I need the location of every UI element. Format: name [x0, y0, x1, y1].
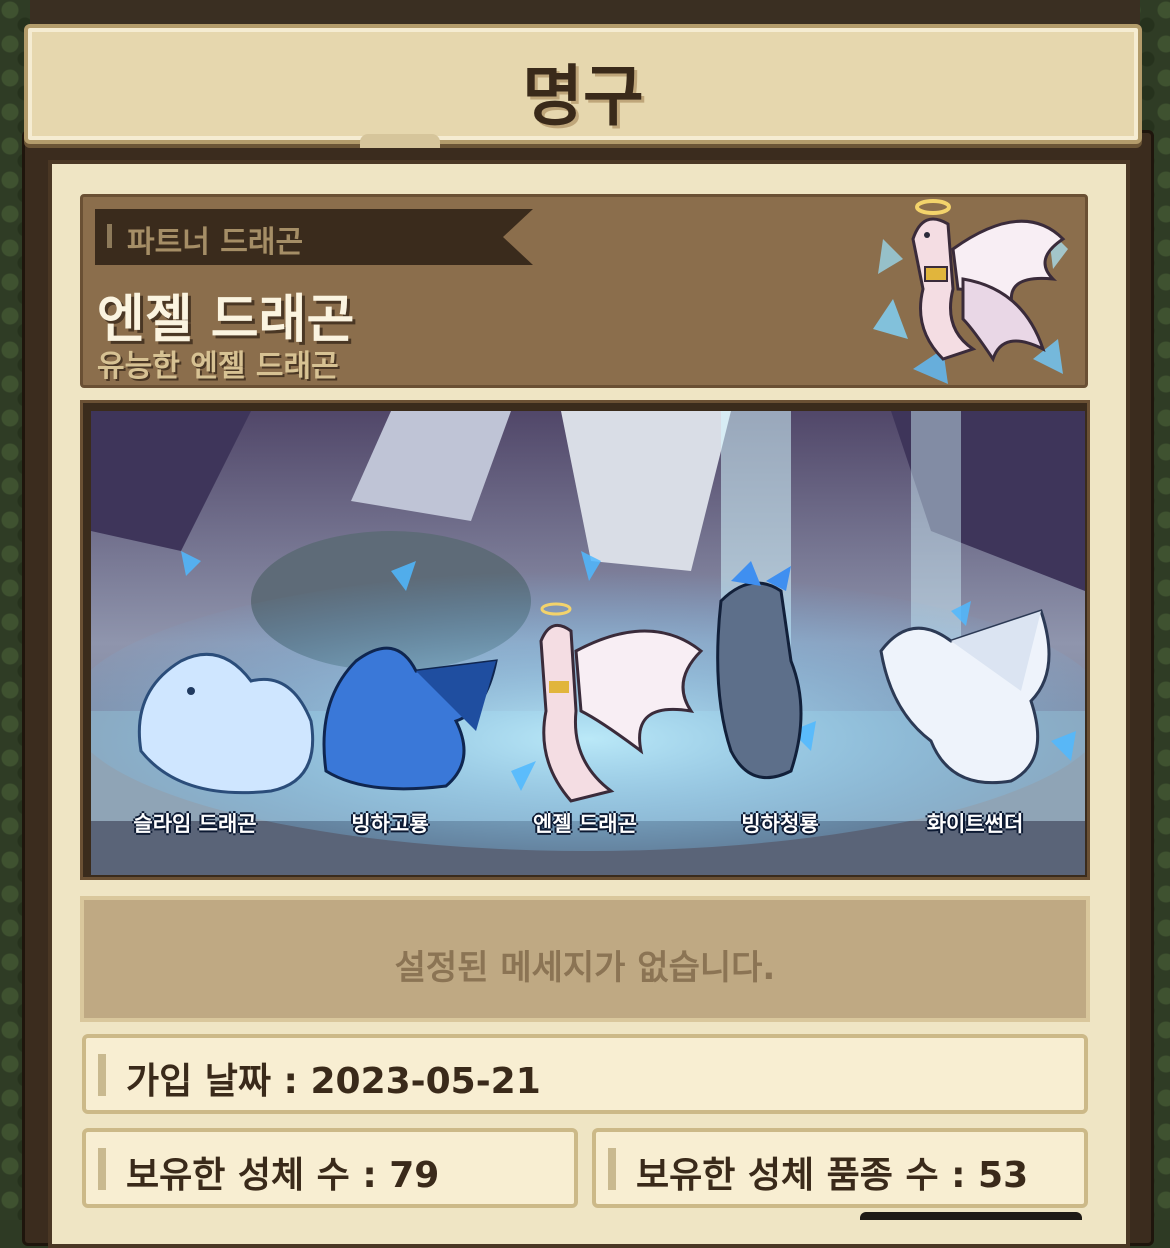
info-accent-bar: [608, 1148, 616, 1190]
tag-flag-tail: [503, 209, 533, 265]
scene-artwork: [91, 411, 1085, 875]
join-date-text: 가입 날짜 : 2023-05-21: [126, 1061, 541, 1102]
angel-dragon-sprite[interactable]: [853, 179, 1083, 399]
scene-dragon-label: 빙하청룡: [741, 812, 819, 836]
profile-message-text: 설정된 메세지가 없습니다.: [394, 948, 776, 988]
page-title: 명구: [522, 58, 644, 135]
banner-notch: [360, 134, 440, 148]
tag-accent-bar: [107, 224, 112, 248]
title-banner: 명구: [24, 24, 1142, 144]
scene-dragon-label: 빙하고룡: [351, 812, 429, 836]
partner-dragon-subtitle: 유능한 엔젤 드래곤: [97, 349, 339, 384]
profile-message-box: 설정된 메세지가 없습니다.: [80, 896, 1090, 1022]
info-accent-bar: [98, 1148, 106, 1190]
scene-dragon-label: 화이트썬더: [926, 812, 1024, 836]
scene-dragon-label: 슬라임 드래곤: [133, 812, 257, 836]
scene-dragon-label: 엔젤 드래곤: [533, 812, 637, 836]
partner-dragon-card: 파트너 드래곤 엔젤 드래곤 유능한 엔젤 드래곤: [80, 194, 1088, 388]
partner-tag-label: 파트너 드래곤: [127, 225, 304, 260]
owned-species-count-box: 보유한 성체 품종 수 : 53: [592, 1128, 1088, 1208]
owned-adult-count-text: 보유한 성체 수 : 79: [126, 1155, 440, 1196]
owned-species-count-text: 보유한 성체 품종 수 : 53: [636, 1155, 1029, 1196]
info-accent-bar: [98, 1054, 106, 1096]
owned-adult-count-box: 보유한 성체 수 : 79: [82, 1128, 578, 1208]
join-date-box: 가입 날짜 : 2023-05-21: [82, 1034, 1088, 1114]
bottom-edge-button[interactable]: [860, 1212, 1082, 1220]
partner-tag: 파트너 드래곤: [95, 209, 503, 265]
